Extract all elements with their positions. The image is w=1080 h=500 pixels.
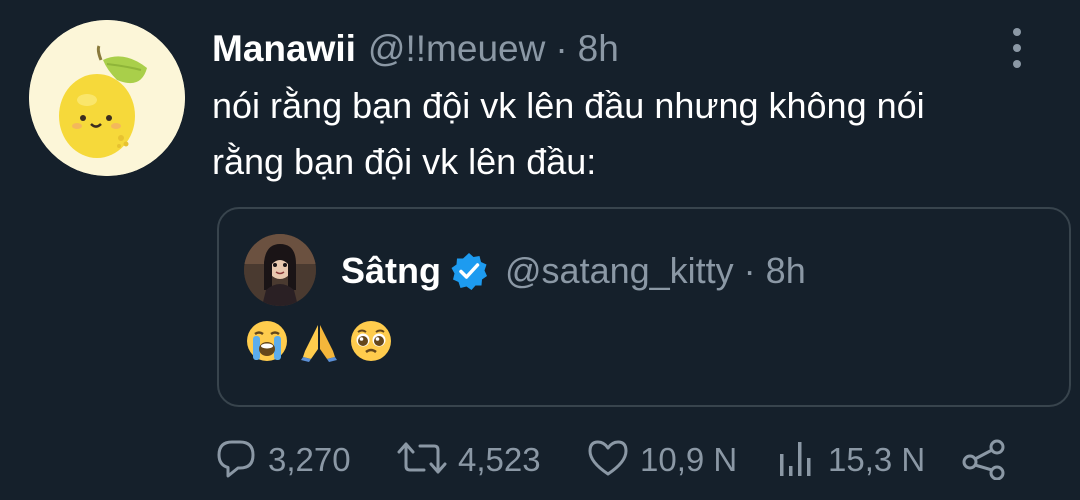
views-count: 15,3 N xyxy=(828,441,926,478)
quoted-handle[interactable]: @satang_kitty xyxy=(505,250,734,292)
header-separator: · xyxy=(555,28,568,69)
more-vertical-icon[interactable] xyxy=(1000,28,1034,68)
quoted-timestamp[interactable]: 8h xyxy=(766,250,806,292)
author-avatar[interactable] xyxy=(29,20,185,176)
tweet-text-line: nói rằng bạn đội vk lên đầu nhưng không … xyxy=(212,85,925,126)
author-handle[interactable]: @!!meuew xyxy=(368,28,545,70)
tweet-header: Manawii @!!meuew · 8h xyxy=(212,26,619,72)
retweet-button[interactable]: 4,523 xyxy=(396,432,541,488)
tweet-action-bar: 3,270 4,523 10,9 N 15,3 N xyxy=(214,432,1014,488)
lemon-avatar-icon xyxy=(29,20,185,176)
quoted-tweet-header: Sâtng @satang_kitty · 8h xyxy=(341,249,806,293)
quoted-author-avatar xyxy=(244,234,316,306)
like-button[interactable]: 10,9 N xyxy=(586,432,737,488)
retweet-count: 4,523 xyxy=(458,441,541,478)
pleading-face-icon xyxy=(349,319,393,363)
loudly-crying-face-icon xyxy=(245,319,289,363)
reply-count: 3,270 xyxy=(268,441,351,478)
verified-badge-icon xyxy=(449,251,489,291)
retweet-icon xyxy=(396,436,448,485)
share-icon xyxy=(960,436,1008,485)
heart-icon xyxy=(586,436,630,485)
folded-hands-icon xyxy=(297,319,341,363)
tweet[interactable]: Manawii @!!meuew · 8h nói rằng bạn đội v… xyxy=(0,0,1080,500)
tweet-text-line: rằng bạn đội vk lên đầu: xyxy=(212,141,597,182)
views-button[interactable]: 15,3 N xyxy=(774,432,925,488)
quoted-avatar-image xyxy=(244,234,316,306)
quoted-separator: · xyxy=(743,250,756,291)
reply-button[interactable]: 3,270 xyxy=(214,432,351,488)
views-icon xyxy=(774,436,818,485)
like-count: 10,9 N xyxy=(640,441,738,478)
tweet-timestamp[interactable]: 8h xyxy=(578,28,619,70)
quoted-tweet-body xyxy=(245,319,401,363)
tweet-text: nói rằng bạn đội vk lên đầu nhưng không … xyxy=(212,78,1052,190)
share-button[interactable] xyxy=(960,432,1008,488)
reply-icon xyxy=(214,436,258,485)
author-display-name[interactable]: Manawii xyxy=(212,28,356,70)
quoted-display-name[interactable]: Sâtng xyxy=(341,250,441,292)
quoted-tweet[interactable]: Sâtng @satang_kitty · 8h xyxy=(217,207,1071,407)
